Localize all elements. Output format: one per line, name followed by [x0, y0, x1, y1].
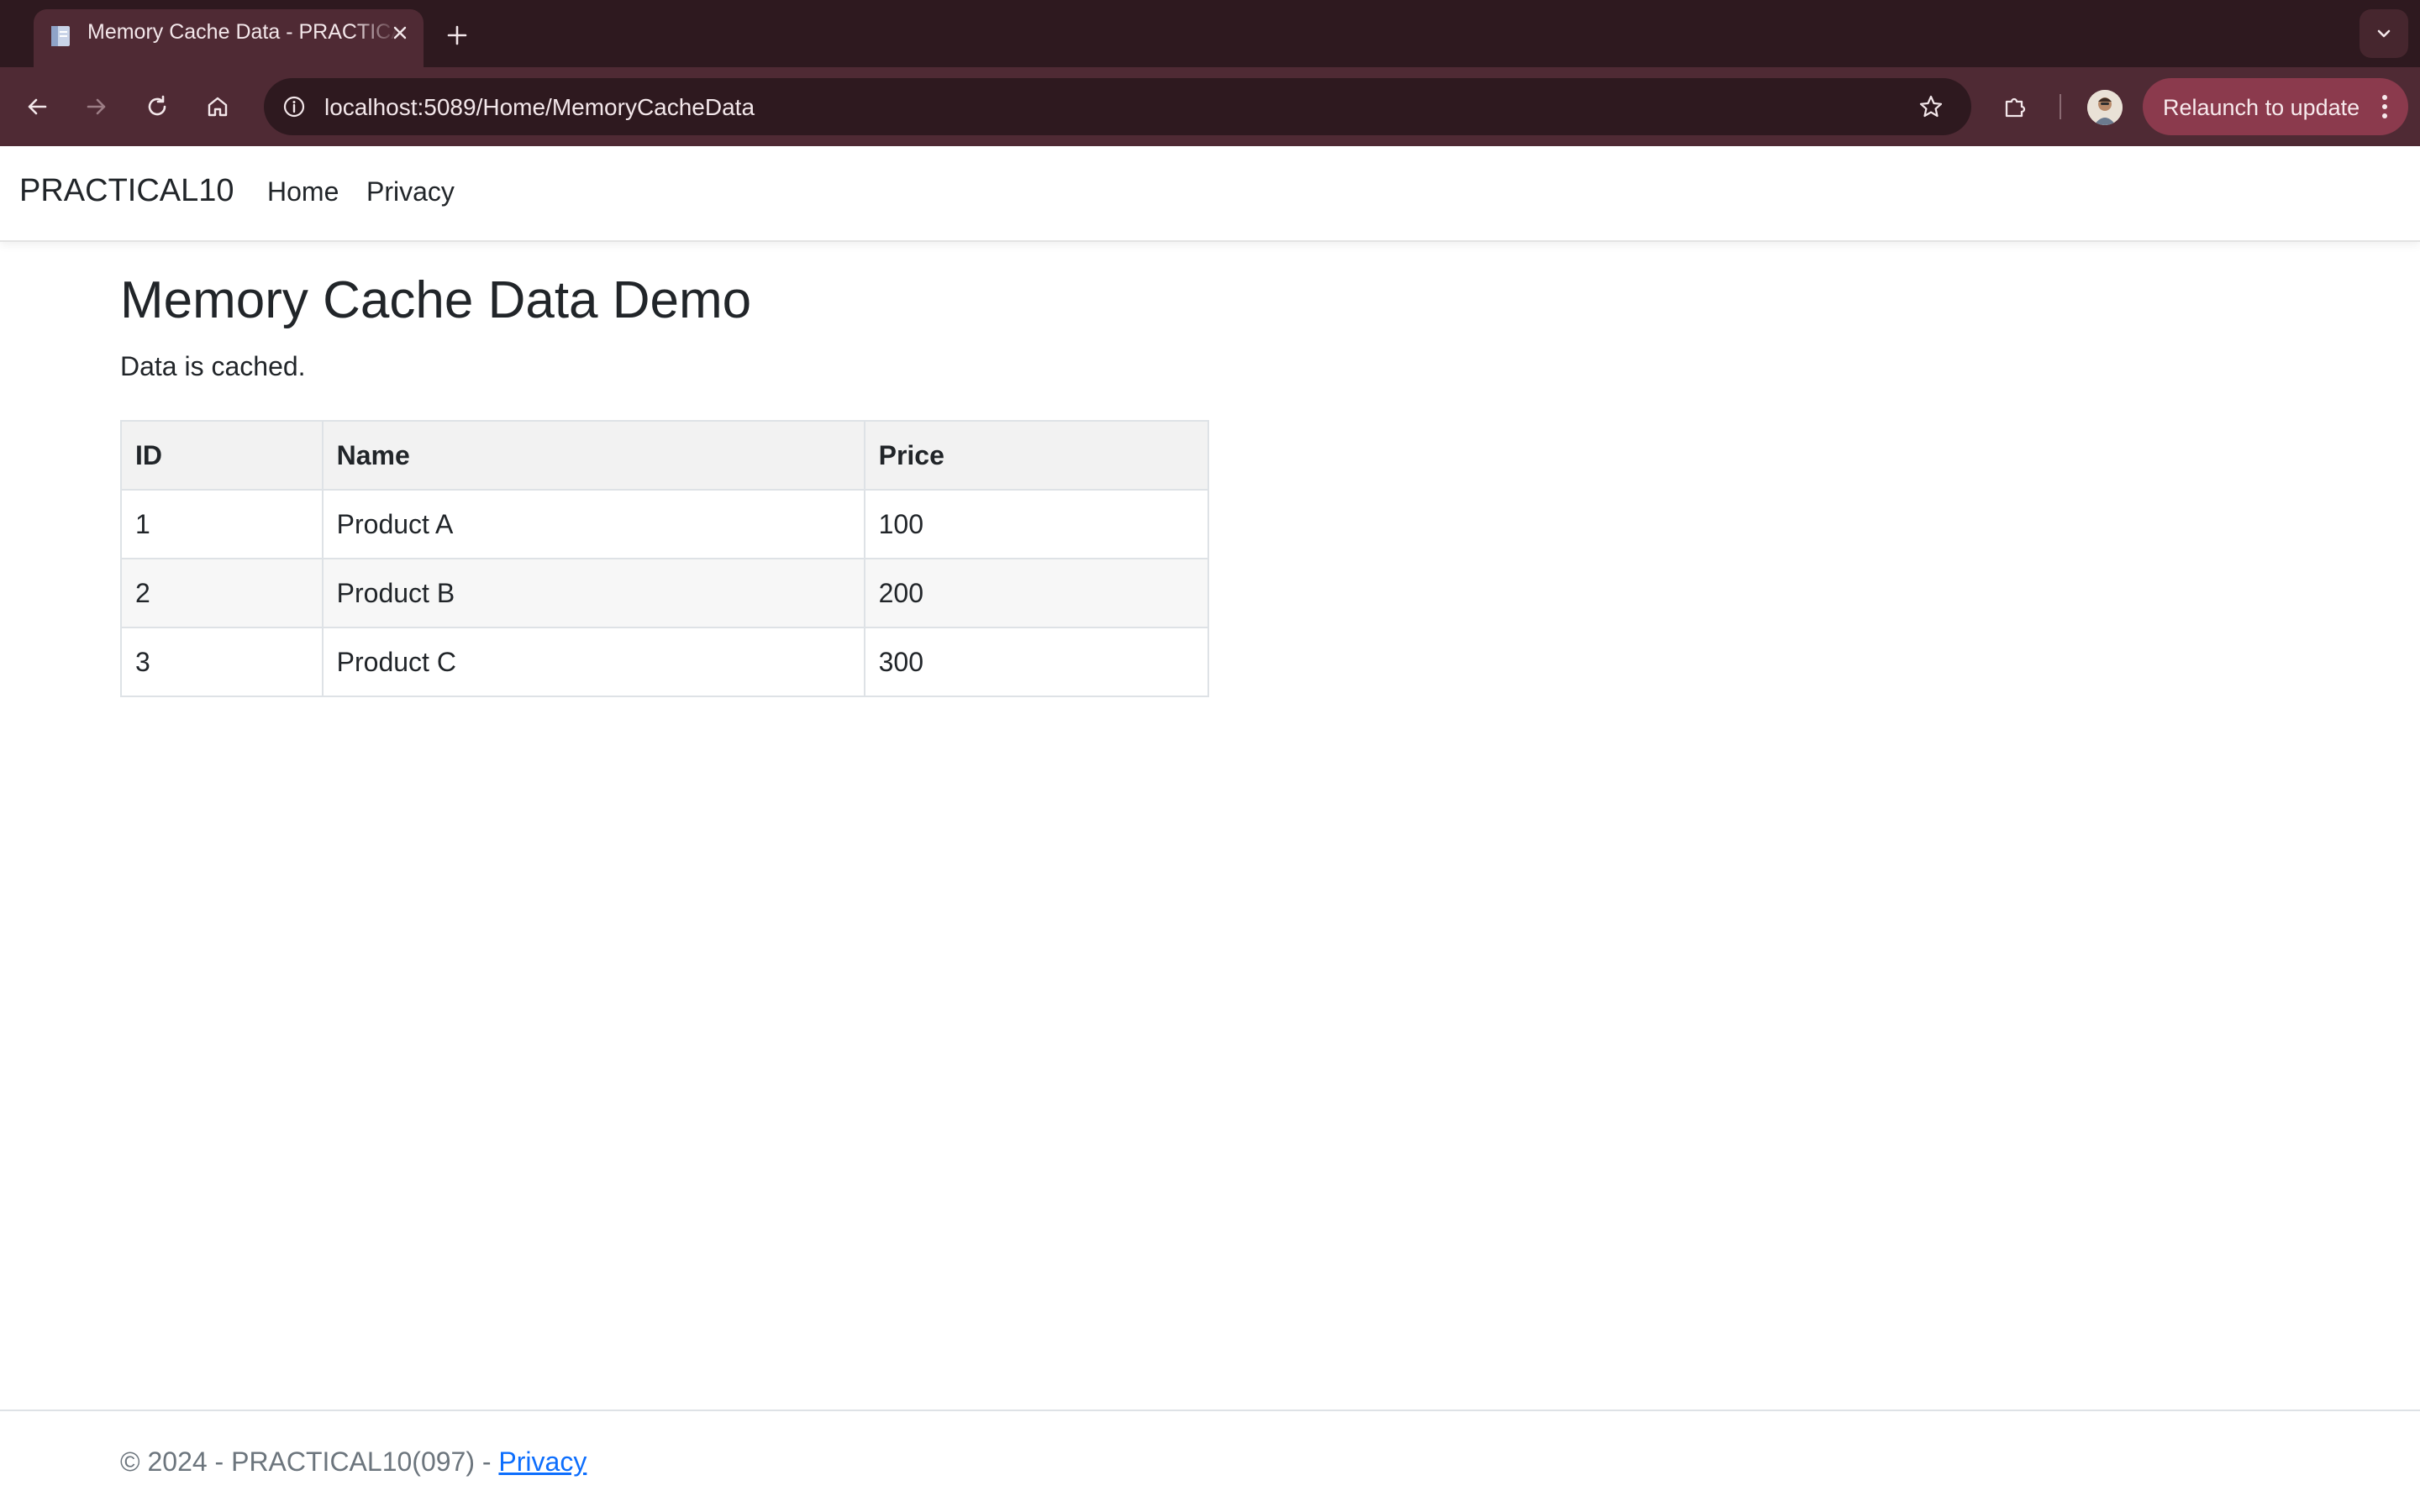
table-row: 2 Product B 200: [120, 558, 1210, 628]
cell-id: 3: [120, 627, 324, 697]
column-header-name: Name: [321, 420, 865, 491]
address-url[interactable]: localhost:5089/Home/MemoryCacheData: [324, 94, 755, 121]
chevron-down-icon: [2377, 29, 2391, 38]
tab-title: Memory Cache Data - PRACTICAL10: [87, 20, 398, 44]
reload-button[interactable]: [135, 85, 179, 129]
browser-tab[interactable]: Memory Cache Data - PRACTICAL10: [34, 9, 424, 67]
column-header-price: Price: [863, 420, 1210, 491]
relaunch-button[interactable]: Relaunch to update: [2143, 78, 2408, 135]
relaunch-label: Relaunch to update: [2163, 95, 2360, 120]
bookmark-star-icon[interactable]: [1911, 87, 1951, 127]
nav-link-home[interactable]: Home: [267, 176, 339, 207]
back-button[interactable]: [15, 85, 59, 129]
browser-toolbar: localhost:5089/Home/MemoryCacheData Rela…: [0, 67, 2420, 146]
page-title: Memory Cache Data Demo: [120, 271, 752, 329]
cell-id: 1: [120, 489, 324, 559]
site-footer: © 2024 - PRACTICAL10(097) - Privacy: [0, 1410, 2420, 1512]
cell-price: 200: [863, 558, 1210, 628]
plus-icon: [447, 25, 467, 45]
new-tab-button[interactable]: [439, 18, 475, 53]
footer-privacy-link[interactable]: Privacy: [498, 1446, 587, 1477]
table-row: 1 Product A 100: [120, 489, 1210, 559]
page-icon: [47, 23, 74, 50]
puzzle-icon: [2005, 97, 2026, 118]
footer-text: © 2024 - PRACTICAL10(097) - Privacy: [120, 1446, 587, 1478]
extensions-button[interactable]: [1993, 85, 2037, 129]
table-row: 3 Product C 300: [120, 627, 1210, 697]
site-navbar: PRACTICAL10 Home Privacy: [0, 146, 2420, 242]
home-icon: [208, 97, 228, 117]
products-table: ID Name Price 1 Product A 100 2 Product …: [120, 420, 1210, 697]
column-header-id: ID: [120, 420, 324, 491]
browser-tab-strip: Memory Cache Data - PRACTICAL10: [0, 0, 2420, 67]
cell-name: Product C: [321, 627, 865, 697]
avatar-icon: [2087, 90, 2123, 125]
close-tab-icon[interactable]: [385, 18, 415, 48]
cell-price: 100: [863, 489, 1210, 559]
profile-avatar[interactable]: [2087, 90, 2123, 125]
forward-button[interactable]: [75, 85, 118, 129]
arrow-right-icon: [87, 98, 106, 115]
cell-name: Product A: [321, 489, 865, 559]
cell-price: 300: [863, 627, 1210, 697]
reload-icon: [148, 95, 166, 116]
cell-id: 2: [120, 558, 324, 628]
arrow-left-icon: [28, 98, 47, 115]
table-header-row: ID Name Price: [120, 420, 1210, 491]
home-button[interactable]: [196, 85, 239, 129]
nav-link-privacy[interactable]: Privacy: [366, 176, 455, 207]
cache-status-text: Data is cached.: [120, 351, 306, 381]
more-vert-icon[interactable]: [2375, 90, 2395, 123]
info-icon[interactable]: [274, 87, 314, 127]
copyright-text: © 2024 - PRACTICAL10(097) -: [120, 1446, 499, 1477]
address-bar[interactable]: localhost:5089/Home/MemoryCacheData: [264, 78, 1971, 135]
toolbar-divider: [2060, 94, 2061, 119]
cell-name: Product B: [321, 558, 865, 628]
brand-link[interactable]: PRACTICAL10: [19, 173, 234, 209]
tab-search-button[interactable]: [2360, 9, 2408, 58]
